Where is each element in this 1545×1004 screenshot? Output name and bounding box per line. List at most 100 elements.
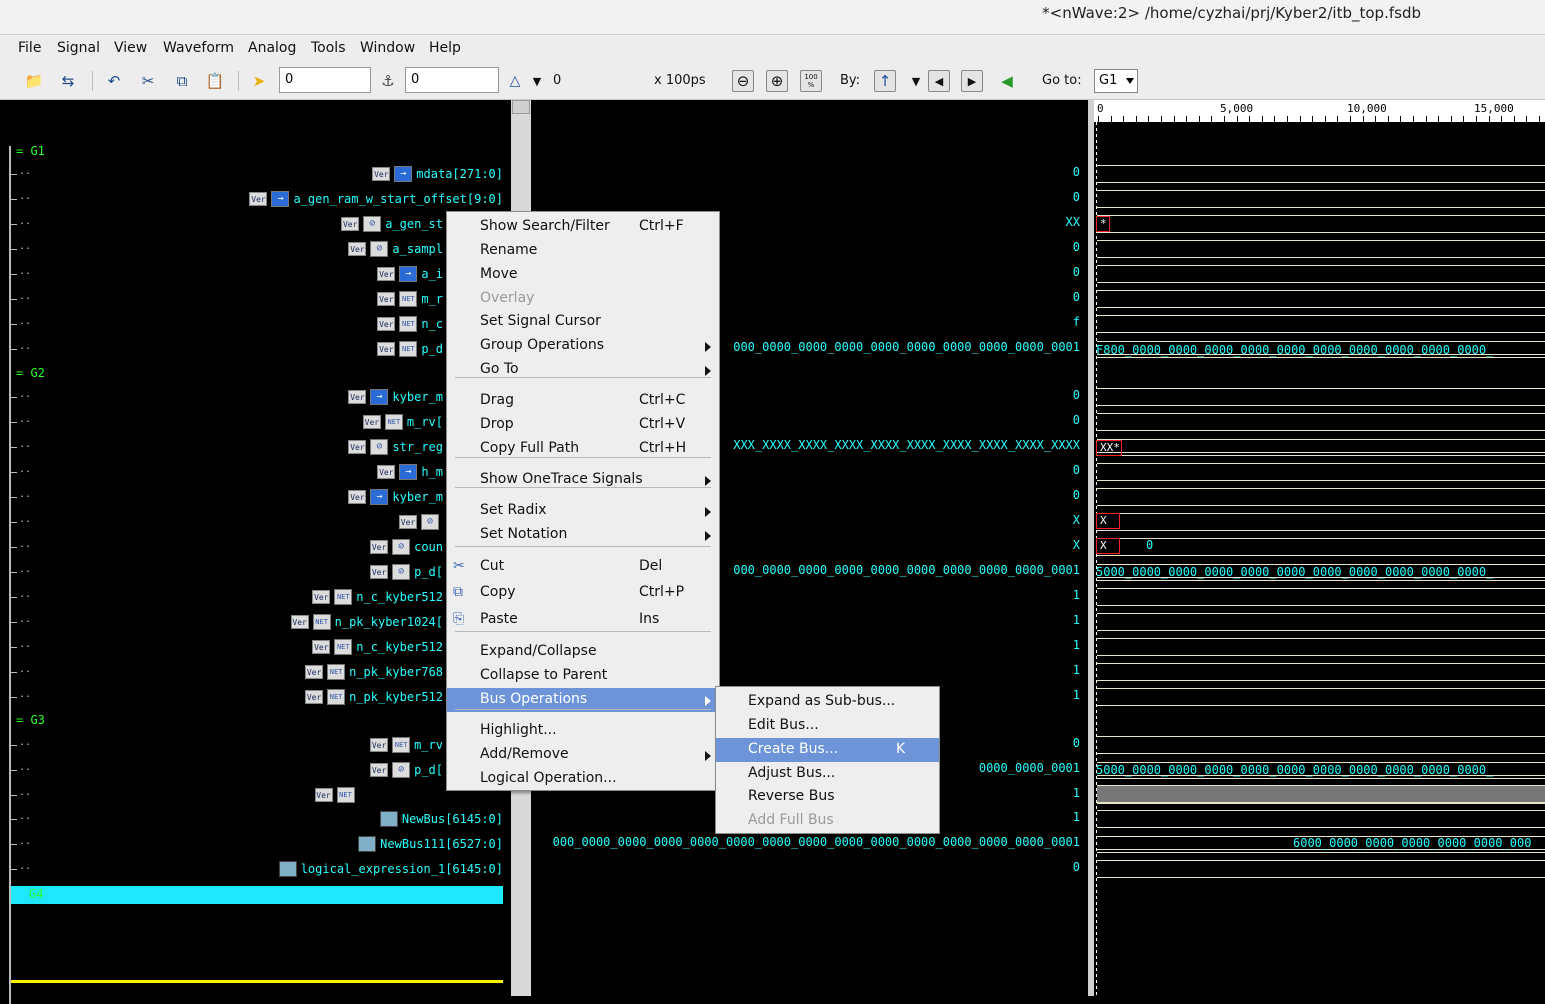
signal-value[interactable]: X xyxy=(1073,538,1080,552)
menu-window[interactable]: Window xyxy=(360,40,415,56)
context-menu-item[interactable]: Go To xyxy=(447,358,719,382)
menu-file[interactable]: File xyxy=(18,40,41,56)
reload-icon[interactable]: ⇆ xyxy=(56,70,80,92)
signal-value[interactable]: XX xyxy=(1066,215,1080,229)
cut-icon[interactable]: ✂ xyxy=(136,70,160,92)
search-backward-icon[interactable]: ◀ xyxy=(928,70,950,92)
context-menu-item[interactable]: Rename xyxy=(447,239,719,263)
waveform-trace[interactable] xyxy=(1097,215,1545,216)
signal-row[interactable]: Ver ⊘ p_d[ xyxy=(370,760,443,780)
signal-row[interactable]: Ver NET m_r xyxy=(377,289,443,309)
context-menu-item[interactable]: Logical Operation... xyxy=(447,767,719,791)
zoom-out-icon[interactable]: ⊖ xyxy=(732,70,754,92)
search-forward-icon[interactable]: ▶ xyxy=(961,70,983,92)
context-menu-item[interactable]: Group Operations xyxy=(447,334,719,358)
signal-row[interactable]: Ver ⊘ p_d[ xyxy=(370,562,443,582)
context-menu-item[interactable]: Set Radix xyxy=(447,499,719,523)
context-menu-item[interactable]: Set Notation xyxy=(447,523,719,547)
signal-value[interactable]: 000_0000_0000_0000_0000_0000_0000_0000_0… xyxy=(733,340,1080,354)
context-menu-item[interactable]: Show Search/Filter Ctrl+F xyxy=(447,215,719,239)
signal-value[interactable]: 0 xyxy=(1073,413,1080,427)
waveform-trace[interactable] xyxy=(1097,488,1545,489)
signal-value[interactable]: 1 xyxy=(1073,663,1080,677)
context-menu-item[interactable]: Move xyxy=(447,263,719,287)
signal-row[interactable]: Ver NET p_d xyxy=(377,339,443,359)
group-g2[interactable]: = G2 xyxy=(16,366,45,380)
signal-row[interactable]: Ver → h_m xyxy=(377,462,443,482)
waveform-trace[interactable] xyxy=(1097,538,1545,539)
context-menu-item[interactable]: Drop Ctrl+V xyxy=(447,413,719,437)
zoom-in-icon[interactable]: ⊕ xyxy=(766,70,788,92)
signal-row[interactable]: Ver ⊘ a_sampl xyxy=(348,239,443,259)
context-menu-item[interactable]: Expand/Collapse xyxy=(447,640,719,664)
signal-row[interactable]: Ver NET n_c_kyber512 xyxy=(312,587,443,607)
waveform-trace[interactable] xyxy=(1097,688,1545,689)
context-menu-item[interactable]: Set Signal Cursor xyxy=(447,310,719,334)
waveform-trace[interactable] xyxy=(1097,413,1545,414)
waveform-trace[interactable] xyxy=(1097,240,1545,241)
waveform-trace[interactable] xyxy=(1097,439,1545,453)
signal-value[interactable]: 1 xyxy=(1073,613,1080,627)
signal-value[interactable]: 1 xyxy=(1073,688,1080,702)
signal-row[interactable]: Ver → mdata[271:0] xyxy=(372,164,503,184)
waveform-trace[interactable] xyxy=(1097,290,1545,291)
signal-row[interactable]: Ver NET n_c_kyber512 xyxy=(312,637,443,657)
signal-row[interactable]: Ver ⊘ a_gen_st xyxy=(341,214,443,234)
context-menu-item[interactable]: Collapse to Parent xyxy=(447,664,719,688)
signal-value[interactable]: XXX_XXXX_XXXX_XXXX_XXXX_XXXX_XXXX_XXXX_X… xyxy=(733,438,1080,452)
cursor-time-input[interactable]: 0 xyxy=(279,67,371,93)
signal-row[interactable]: Ver → a_gen_ram_w_start_offset[9:0] xyxy=(249,189,503,209)
signal-row[interactable]: Ver NET m_rv[ xyxy=(362,412,443,432)
delta-dropdown-icon[interactable]: ▼ xyxy=(525,70,549,92)
menu-view[interactable]: View xyxy=(114,40,147,56)
back-arrow-icon[interactable]: ◀ xyxy=(995,70,1019,92)
signal-row[interactable]: Ver → kyber_m xyxy=(348,487,443,507)
zoom-100-icon[interactable]: 100 % xyxy=(800,70,822,92)
copy-icon[interactable]: ⧉ xyxy=(170,70,194,92)
waveform-trace[interactable] xyxy=(1097,463,1545,464)
waveform-trace[interactable] xyxy=(1097,513,1545,514)
signal-value[interactable]: 0 xyxy=(1073,240,1080,254)
signal-row[interactable]: Ver ⊘ xyxy=(399,512,443,532)
signal-value[interactable]: X xyxy=(1073,513,1080,527)
pointer-icon[interactable]: ➤ xyxy=(247,70,271,92)
bus-submenu-item[interactable]: Reverse Bus xyxy=(716,785,939,809)
menu-analog[interactable]: Analog xyxy=(248,40,296,56)
search-by-icon[interactable]: ↑ xyxy=(874,70,896,92)
signal-row[interactable]: Ver NET m_rv xyxy=(370,735,443,755)
waveform-trace[interactable] xyxy=(1097,315,1545,316)
signal-value[interactable]: 0 xyxy=(1073,265,1080,279)
context-menu-item[interactable]: Show OneTrace Signals xyxy=(447,468,719,492)
signal-value[interactable]: 0 xyxy=(1073,165,1080,179)
bus-submenu-item[interactable]: Create Bus... K xyxy=(716,738,939,762)
waveform-trace[interactable] xyxy=(1097,785,1545,803)
signal-value[interactable]: 0000_0000_0001 xyxy=(979,761,1080,775)
bus-submenu-item[interactable]: Adjust Bus... xyxy=(716,762,939,786)
signal-row[interactable]: NewBus[6145:0] xyxy=(379,809,503,829)
waveform-trace[interactable] xyxy=(1097,736,1545,737)
signal-value[interactable]: 0 xyxy=(1073,860,1080,874)
signal-row[interactable]: logical_expression_1[6145:0] xyxy=(278,859,503,879)
waveform-trace[interactable] xyxy=(1097,860,1545,861)
signal-value[interactable]: 1 xyxy=(1073,588,1080,602)
context-menu-item[interactable]: ⧉ Copy Ctrl+P xyxy=(447,581,719,605)
bus-submenu-item[interactable]: Expand as Sub-bus... xyxy=(716,690,939,714)
signal-name-pane[interactable]: = G1 = G2 = G3 G4 Ver → mdata[271:0].. Ver →… xyxy=(0,100,511,1004)
waveform-trace[interactable] xyxy=(1097,388,1545,389)
context-menu-item[interactable]: Add/Remove xyxy=(447,743,719,767)
signal-row[interactable]: Ver NET n_pk_kyber1024[ xyxy=(290,612,443,632)
signal-row[interactable]: Ver NET n_pk_kyber512 xyxy=(305,687,443,707)
signal-row[interactable]: Ver ⊘ coun xyxy=(370,537,443,557)
signal-value[interactable]: 000_0000_0000_0000_0000_0000_0000_0000_0… xyxy=(733,563,1080,577)
signal-value[interactable]: f xyxy=(1073,315,1080,329)
marker-time-input[interactable]: 0 xyxy=(405,67,499,93)
menu-waveform[interactable]: Waveform xyxy=(163,40,234,56)
signal-row[interactable]: Ver NET n_c xyxy=(377,314,443,334)
signal-value[interactable]: 0 xyxy=(1073,463,1080,477)
marker-icon[interactable]: ⚓ xyxy=(376,70,400,92)
waveform-trace[interactable] xyxy=(1097,613,1545,614)
group-g4[interactable]: G4 xyxy=(29,887,43,901)
scroll-up-button[interactable] xyxy=(512,100,530,114)
context-menu-item[interactable]: ✂ Cut Del xyxy=(447,555,719,579)
goto-group-select[interactable]: G1 xyxy=(1094,69,1138,93)
